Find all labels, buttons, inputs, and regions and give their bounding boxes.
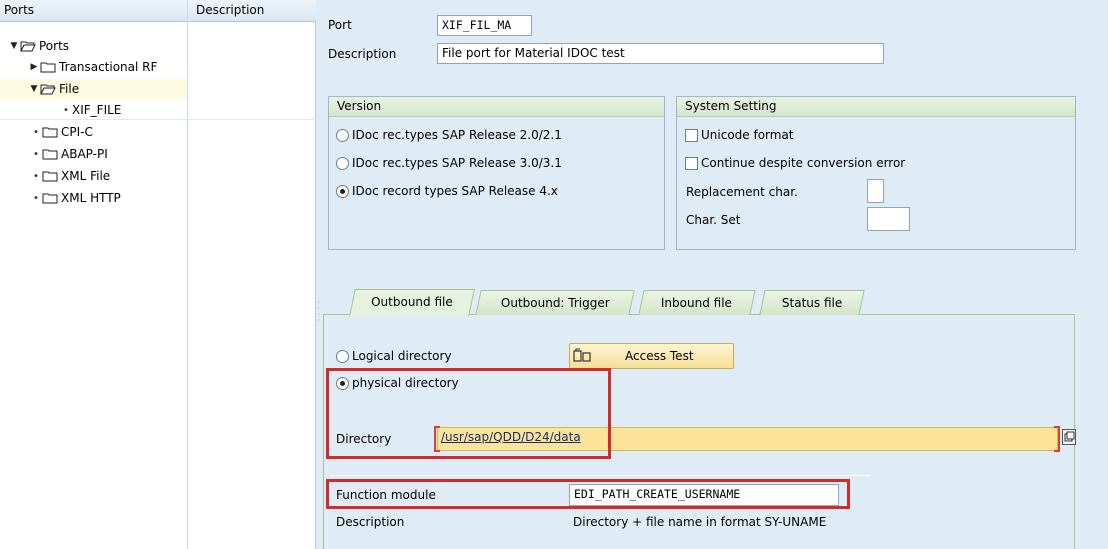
bullet-icon: • (63, 104, 69, 116)
checkbox-icon[interactable] (685, 128, 698, 142)
char-set-field[interactable] (867, 207, 910, 231)
tree-column-ports[interactable]: Ports (4, 3, 34, 17)
folder-icon (42, 148, 58, 160)
value-help-icon[interactable] (1062, 429, 1076, 445)
tree-node-xml-file[interactable]: • XML File (0, 166, 316, 186)
replacement-char-field[interactable] (867, 179, 884, 203)
tab-inbound-file[interactable]: Inbound file (638, 290, 756, 315)
tree-node-label: XML HTTP (61, 191, 121, 205)
continue-despite-error-label: Continue despite conversion error (701, 156, 906, 170)
radio-button-selected-icon[interactable] (336, 376, 349, 390)
bullet-icon: • (33, 148, 39, 160)
fm-description-label: Description (336, 515, 405, 529)
access-test-icon (573, 348, 595, 365)
bullet-icon: • (33, 170, 39, 182)
radio-release-4[interactable]: IDoc record types SAP Release 4.x (336, 184, 558, 198)
unicode-format-label: Unicode format (701, 128, 794, 142)
replacement-char-label: Replacement char. (686, 185, 798, 199)
directory-label: Directory (336, 432, 392, 446)
port-label: Port (328, 18, 352, 32)
folder-icon (40, 61, 56, 73)
tree-node-label: CPI-C (61, 125, 93, 139)
tab-outbound-file-label: Outbound file (371, 295, 453, 309)
expanded-arrow-icon[interactable]: ▼ (8, 41, 20, 51)
tab-outbound-file[interactable]: Outbound file (349, 289, 475, 316)
folder-icon (42, 126, 58, 138)
port-tree-panel: Ports Description ▼ Ports ▶ Transactiona… (0, 0, 316, 549)
physical-directory-label: physical directory (352, 376, 459, 390)
tree-node-xml-http[interactable]: • XML HTTP (0, 188, 316, 208)
system-setting-group-title: System Setting (677, 97, 1075, 117)
folder-icon (42, 192, 58, 204)
directory-value[interactable]: /usr/sap/QDD/D24/data (441, 430, 581, 444)
version-group-title: Version (329, 97, 664, 117)
radio-release-2[interactable]: IDoc rec.types SAP Release 2.0/2.1 (336, 128, 562, 142)
open-folder-icon (40, 83, 56, 95)
tree-node-label: Ports (39, 39, 70, 53)
radio-button-icon[interactable] (336, 156, 349, 170)
tree-node-abap-pi[interactable]: • ABAP-PI (0, 144, 316, 164)
radio-button-icon[interactable] (336, 349, 349, 363)
tab-outbound-trigger-label: Outbound: Trigger (500, 296, 610, 310)
tree-node-file[interactable]: ▼ File (0, 79, 187, 99)
folder-icon (42, 170, 58, 182)
checkbox-icon[interactable] (685, 156, 698, 170)
section-divider (330, 475, 870, 476)
radio-release-3[interactable]: IDoc rec.types SAP Release 3.0/3.1 (336, 156, 562, 170)
radio-button-selected-icon[interactable] (336, 184, 349, 198)
tree-node-cpi-c[interactable]: • CPI-C (0, 122, 316, 142)
bullet-icon: • (33, 126, 39, 138)
fm-description-value: Directory + file name in format SY-UNAME (573, 515, 827, 529)
tree-node-label: Transactional RF (59, 60, 158, 74)
access-test-button[interactable]: Access Test (569, 343, 734, 369)
tree-header: Ports Description (0, 0, 316, 22)
access-test-label: Access Test (625, 349, 694, 363)
logical-directory-label: Logical directory (352, 349, 452, 363)
tree-node-xif-file[interactable]: • XIF_FILE (0, 101, 316, 120)
bullet-icon: • (33, 192, 39, 204)
tab-status-file-label: Status file (781, 296, 843, 310)
radio-physical-directory[interactable]: physical directory (336, 376, 459, 390)
required-field-bracket-right (1054, 426, 1060, 452)
splitter-handle[interactable]: · · · · (316, 299, 322, 330)
collapsed-arrow-icon[interactable]: ▶ (28, 62, 40, 72)
tree-node-label: File (59, 82, 80, 96)
radio-release-3-label: IDoc rec.types SAP Release 3.0/3.1 (352, 156, 562, 170)
tree-node-transactional-rfc[interactable]: ▶ Transactional RF (0, 57, 316, 77)
radio-logical-directory[interactable]: Logical directory (336, 349, 452, 363)
description-field[interactable]: File port for Material IDOC test (437, 43, 884, 64)
char-set-label: Char. Set (686, 213, 741, 227)
required-field-bracket-left (434, 426, 440, 452)
tree-node-label: ABAP-PI (61, 147, 108, 161)
tree-node-label: XIF_FILE (72, 103, 122, 117)
expanded-arrow-icon[interactable]: ▼ (28, 84, 40, 94)
radio-button-icon[interactable] (336, 128, 349, 142)
tab-inbound-file-label: Inbound file (661, 296, 733, 310)
tree-node-ports[interactable]: ▼ Ports (0, 36, 316, 56)
version-group: Version (328, 96, 665, 250)
port-field[interactable]: XIF_FIL_MA (437, 15, 532, 36)
tab-outbound-trigger[interactable]: Outbound: Trigger (475, 290, 635, 315)
function-module-field[interactable]: EDI_PATH_CREATE_USERNAME (569, 484, 839, 506)
description-label: Description (328, 47, 397, 61)
tree-node-label: XML File (61, 169, 111, 183)
open-folder-icon (20, 40, 36, 52)
radio-release-2-label: IDoc rec.types SAP Release 2.0/2.1 (352, 128, 562, 142)
tree-column-divider (187, 0, 188, 549)
continue-despite-error-checkbox[interactable]: Continue despite conversion error (685, 156, 905, 170)
unicode-format-checkbox[interactable]: Unicode format (685, 128, 794, 142)
radio-release-4-label: IDoc record types SAP Release 4.x (352, 184, 558, 198)
tab-status-file[interactable]: Status file (759, 290, 865, 315)
function-module-label: Function module (336, 488, 436, 502)
tree-column-description[interactable]: Description (196, 3, 264, 17)
